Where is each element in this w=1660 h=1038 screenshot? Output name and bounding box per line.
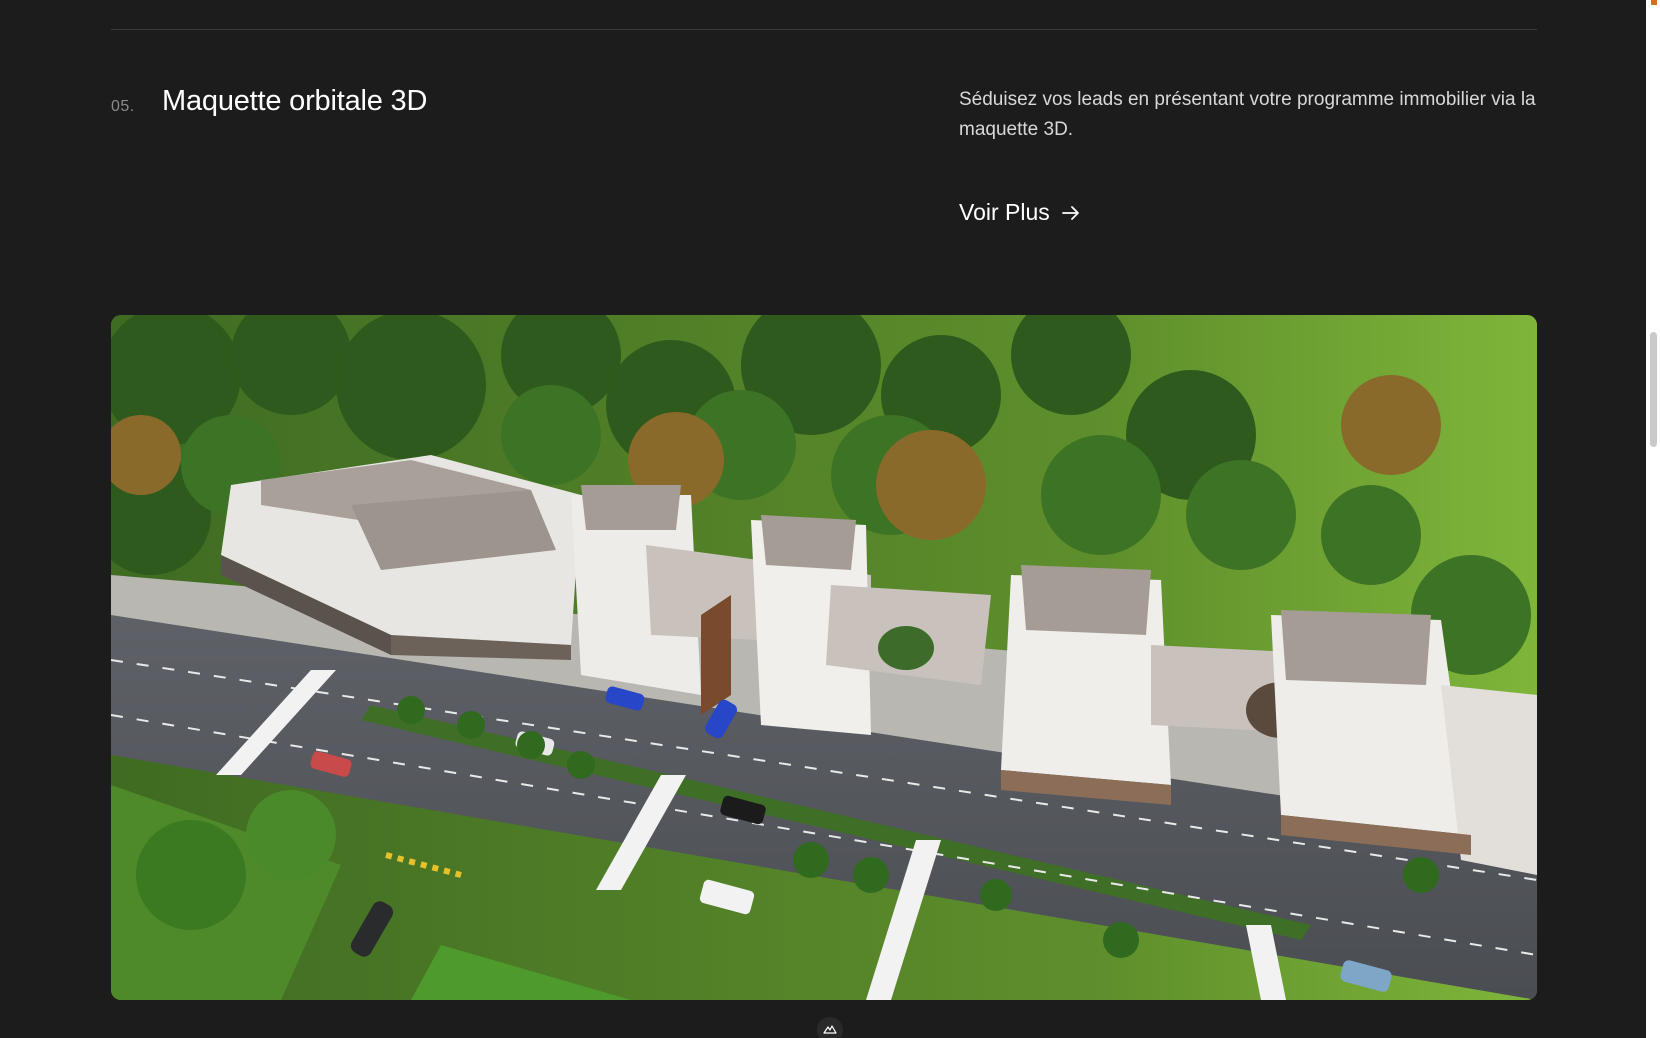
arrow-right-icon: [1061, 205, 1080, 221]
section-divider: [111, 29, 1537, 30]
scrollbar-indicator: [1651, 0, 1657, 5]
scrollbar-track[interactable]: [1646, 0, 1660, 1038]
scrollbar-thumb[interactable]: [1650, 332, 1657, 447]
voir-plus-link[interactable]: Voir Plus: [959, 199, 1080, 226]
hero-image: [111, 315, 1537, 1000]
section-number: 05.: [111, 98, 135, 115]
voir-plus-label: Voir Plus: [959, 199, 1050, 225]
mountain-logo-icon[interactable]: [817, 1017, 843, 1038]
section-description: Séduisez vos leads en présentant votre p…: [959, 89, 1536, 140]
section-title: Maquette orbitale 3D: [162, 85, 428, 117]
page: 05. Maquette orbitale 3D Séduisez vos le…: [0, 0, 1660, 1038]
